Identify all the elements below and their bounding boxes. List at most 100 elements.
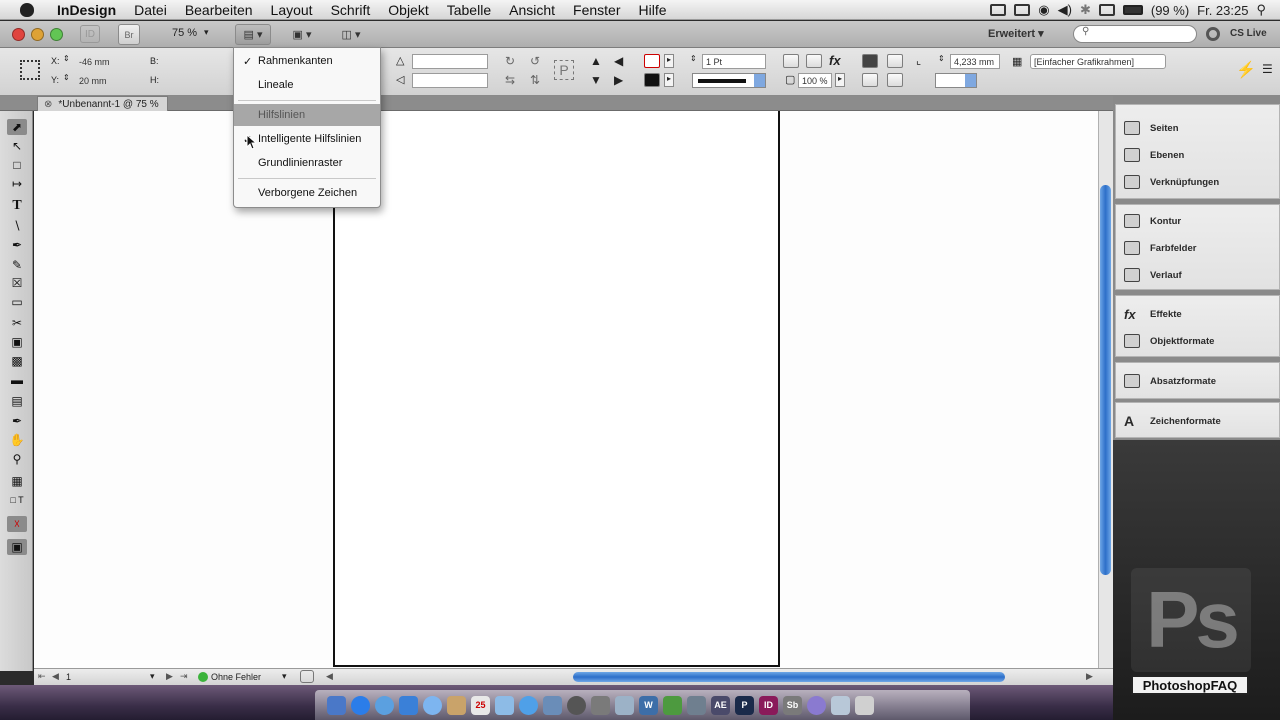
rotate-icon[interactable]: △ <box>396 54 404 67</box>
first-page-icon[interactable]: ⇤ <box>38 671 46 682</box>
drop-shadow-icon[interactable] <box>806 54 822 68</box>
panel-objektformate[interactable]: Objektformate <box>1124 332 1214 350</box>
arrange-documents-button[interactable]: ◫ ▾ <box>333 24 369 45</box>
gap-tool-icon[interactable]: ↦ <box>7 176 27 192</box>
bluetooth-icon[interactable]: ✱ <box>1080 2 1091 18</box>
dashboard-icon[interactable] <box>375 695 394 715</box>
imovie-icon[interactable] <box>591 695 610 715</box>
page-number-field[interactable]: 1 <box>66 672 71 682</box>
stroke-weight-stepper-icon[interactable]: ⇕ <box>690 54 697 63</box>
menu-objekt[interactable]: Objekt <box>379 2 437 18</box>
selection-tool-icon[interactable]: ⬈ <box>7 119 27 135</box>
panel-verknuepfungen[interactable]: Verknüpfungen <box>1124 173 1219 191</box>
stroke-weight-field[interactable]: 1 Pt <box>702 54 766 69</box>
after-effects-icon[interactable]: AE <box>711 695 730 715</box>
y-position-field[interactable]: 20 mm <box>75 73 143 88</box>
menu-item-lineale[interactable]: Lineale <box>234 74 380 96</box>
stroke-chevron-icon[interactable]: ▸ <box>664 73 674 87</box>
menu-hilfe[interactable]: Hilfe <box>630 2 676 18</box>
preflight-status[interactable]: Ohne Fehler <box>211 672 261 682</box>
menu-schrift[interactable]: Schrift <box>322 2 380 18</box>
stroke-corner-icon[interactable] <box>783 54 799 68</box>
menu-layout[interactable]: Layout <box>262 2 322 18</box>
select-previous-icon[interactable]: ◀ <box>614 54 623 68</box>
horizontal-scroll-thumb[interactable] <box>573 672 1005 682</box>
lightning-quick-apply-icon[interactable]: ⚡ <box>1236 60 1256 80</box>
panel-kontur[interactable]: Kontur <box>1124 212 1181 230</box>
menu-item-rahmenkanten[interactable]: ✓ Rahmenkanten <box>234 50 380 72</box>
rotate-ccw-icon[interactable]: ↺ <box>530 54 540 68</box>
gradient-feather-tool-icon[interactable]: ▬ <box>7 372 27 388</box>
corner-offset-field[interactable]: 4,233 mm <box>950 54 1000 69</box>
menu-bearbeiten[interactable]: Bearbeiten <box>176 2 262 18</box>
gradient-swatch-tool-icon[interactable]: ▩ <box>7 353 27 369</box>
clock[interactable]: Fr. 23:25 <box>1197 3 1248 18</box>
menu-item-verborgene-zeichen[interactable]: Verborgene Zeichen <box>234 182 380 204</box>
eyedropper-tool-icon[interactable]: ✒ <box>7 413 27 429</box>
stroke-type-select[interactable] <box>692 73 766 88</box>
hand-tool-icon[interactable]: ✋ <box>7 432 27 448</box>
zoom-window-icon[interactable] <box>50 28 63 41</box>
zoom-chevron-down-icon[interactable]: ▾ <box>204 27 209 38</box>
offset-stepper-icon[interactable]: ⇕ <box>938 54 945 63</box>
line-tool-icon[interactable]: ∖ <box>7 218 27 234</box>
flip-horizontal-icon[interactable]: ⇆ <box>505 73 515 87</box>
help-search-input[interactable]: ⚲ <box>1073 25 1197 43</box>
indesign-dock-icon[interactable]: ID <box>759 695 778 715</box>
battery-icon[interactable] <box>1122 5 1143 15</box>
calendar-icon[interactable] <box>1098 4 1115 16</box>
select-next-icon[interactable]: ▶ <box>614 73 623 87</box>
document-tab[interactable]: ⊗ *Unbenannt-1 @ 75 % <box>37 96 168 111</box>
screen-mode-icon[interactable]: ▣ <box>7 539 27 555</box>
fx-effects-icon[interactable]: fx <box>829 53 841 68</box>
menu-item-grundlinienraster[interactable]: Grundlinienraster <box>234 152 380 174</box>
soundbooth-icon[interactable]: Sb <box>783 695 802 715</box>
ichat-icon[interactable] <box>423 695 442 715</box>
address-book-icon[interactable] <box>447 695 466 715</box>
panel-verlauf[interactable]: Verlauf <box>1124 266 1182 284</box>
zoom-level[interactable]: 75 % <box>172 27 197 39</box>
rotation-field[interactable] <box>412 54 488 69</box>
panel-farbfelder[interactable]: Farbfelder <box>1124 239 1196 257</box>
select-content-icon[interactable]: ▼ <box>590 73 602 87</box>
formatting-affects-icon[interactable]: □ T <box>7 492 27 508</box>
rectangle-tool-icon[interactable]: ▭ <box>7 294 27 310</box>
scissors-tool-icon[interactable]: ✂ <box>7 315 27 331</box>
note-tool-icon[interactable]: ▤ <box>7 393 27 409</box>
app-icon[interactable] <box>807 695 826 715</box>
itunes-icon[interactable] <box>519 695 538 715</box>
stroke-black-swatch[interactable] <box>644 73 660 87</box>
mail-icon[interactable] <box>399 695 418 715</box>
document-page[interactable] <box>333 111 780 667</box>
workspace-switcher[interactable]: Erweitert ▾ <box>988 27 1044 40</box>
pencil-tool-icon[interactable]: ✎ <box>7 257 27 273</box>
panel-seiten[interactable]: Seiten <box>1124 119 1179 137</box>
scroll-right-icon[interactable]: ▶ <box>1086 671 1093 682</box>
panel-ebenen[interactable]: Ebenen <box>1124 146 1184 164</box>
panel-absatzformate[interactable]: Absatzformate <box>1124 372 1216 390</box>
menu-datei[interactable]: Datei <box>125 2 176 18</box>
text-wrap-none-icon[interactable] <box>862 54 878 68</box>
apple-icon[interactable] <box>20 2 34 17</box>
excel-icon[interactable] <box>663 695 682 715</box>
y-stepper-icon[interactable]: ⇕ <box>63 73 70 82</box>
fit-content-icon[interactable] <box>887 73 903 87</box>
reference-point-icon[interactable] <box>20 60 40 80</box>
width-field[interactable] <box>162 54 230 69</box>
opacity-chevron-icon[interactable]: ▸ <box>835 73 845 87</box>
opacity-field[interactable]: 100 % <box>798 73 832 88</box>
rotate-cw-icon[interactable]: ↻ <box>505 54 515 68</box>
wifi-icon[interactable]: ◉ <box>1038 2 1049 18</box>
flip-vertical-icon[interactable]: ⇅ <box>530 73 540 87</box>
corner-shape-select[interactable] <box>935 73 977 88</box>
iphoto-icon[interactable] <box>543 695 562 715</box>
menu-tabelle[interactable]: Tabelle <box>438 2 500 18</box>
bridge-button[interactable]: Br <box>118 24 140 45</box>
mail-2-icon[interactable] <box>831 695 850 715</box>
rectangle-frame-tool-icon[interactable]: ☒ <box>7 275 27 291</box>
page-dropdown-icon[interactable]: ▾ <box>150 671 155 682</box>
view-options-button[interactable]: ▤ ▾ <box>235 24 271 45</box>
utility-icon[interactable] <box>687 695 706 715</box>
photoshop-dock-icon[interactable]: P <box>735 695 754 715</box>
scroll-left-icon[interactable]: ◀ <box>326 671 333 682</box>
